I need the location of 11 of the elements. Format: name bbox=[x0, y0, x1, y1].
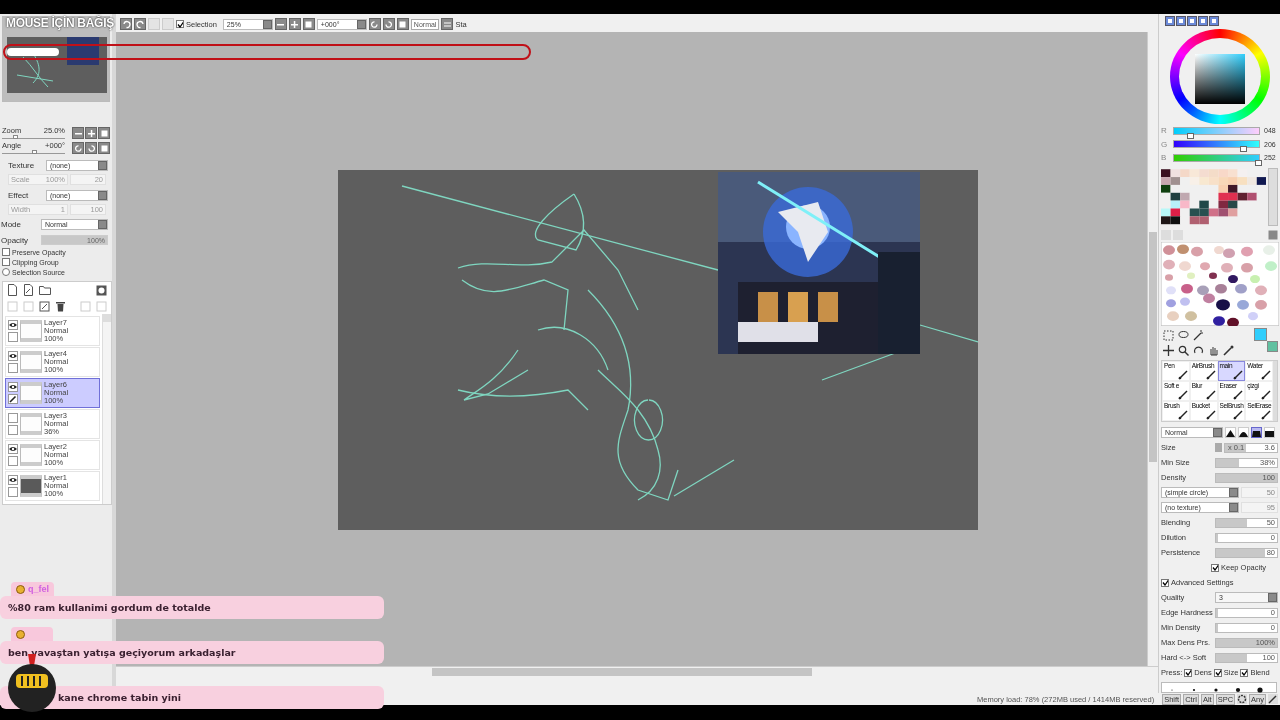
effect-label: Effect bbox=[8, 190, 30, 200]
message-text: %80 ram kullanimi gordum de totalde bbox=[8, 602, 211, 613]
channel-label: G bbox=[1161, 139, 1169, 149]
texture-label: Texture bbox=[8, 160, 36, 170]
username: q_fel bbox=[28, 584, 49, 594]
opacity-label: Opacity bbox=[1, 235, 30, 245]
mode-label: Mode bbox=[1, 219, 22, 229]
channel-label: R bbox=[1161, 126, 1168, 136]
message-text: kane chrome tabin yini bbox=[57, 692, 182, 703]
donation-title: MOUSE İÇİN BAĞIŞ bbox=[6, 16, 114, 30]
channel-label: B bbox=[1161, 153, 1168, 163]
